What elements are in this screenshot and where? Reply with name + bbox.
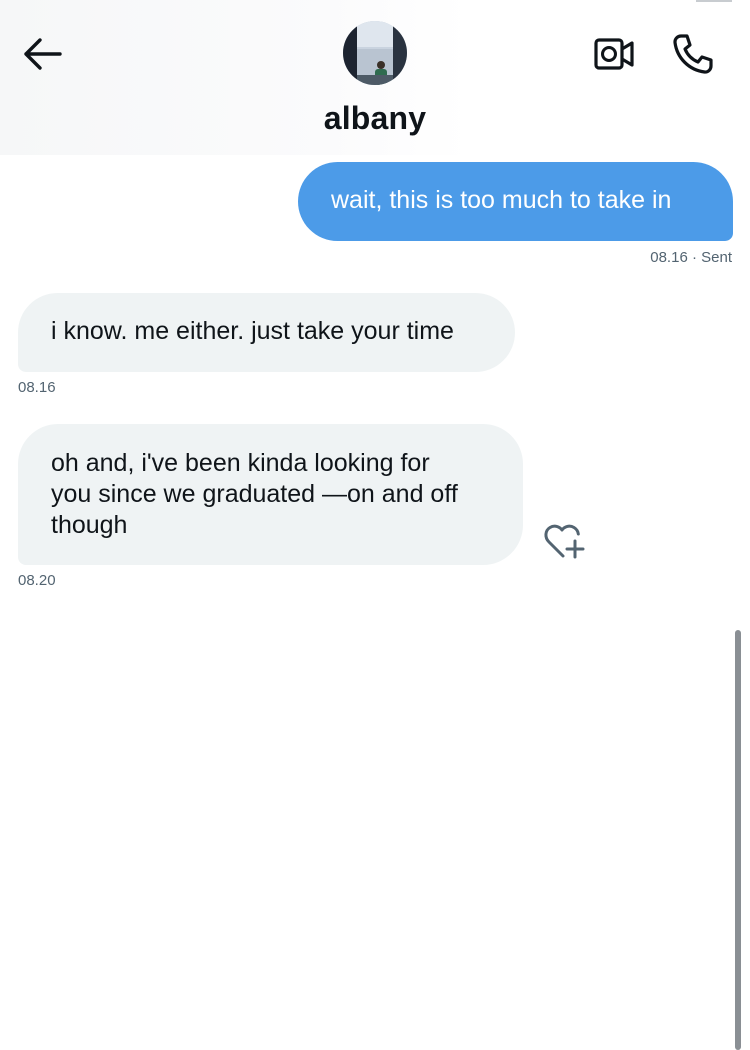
message-time: 08.20 [18,572,56,589]
video-camera-icon [594,38,634,70]
received-message-bubble[interactable]: oh and, i've been kinda looking for you … [18,424,523,565]
avatar[interactable] [343,21,407,85]
message-text-line: you since we graduated —on and off [51,480,458,508]
message-time: 08.16 [650,249,688,266]
scrollbar[interactable] [735,630,741,1050]
contact-name[interactable]: albany [250,100,500,137]
status-bar-edge [696,0,732,2]
heart-plus-icon [544,524,585,559]
received-message-bubble[interactable]: i know. me either. just take your time [18,293,515,372]
voice-call-button[interactable] [668,30,718,78]
message-text-line: though [51,511,128,539]
arrow-left-icon [24,38,62,70]
sent-message-bubble[interactable]: wait, this is too much to take in [298,162,733,241]
add-reaction-button[interactable] [540,520,588,562]
message-meta: 08.16 · Sent [650,249,732,266]
dm-conversation-screen: albany wait, this is too much to take in… [0,0,750,1050]
message-text: i know. me either. just take your time [51,317,454,345]
message-text-line: oh and, i've been kinda looking for [51,449,430,477]
back-button[interactable] [20,34,64,74]
phone-icon [673,34,713,74]
message-time: 08.16 [18,379,56,396]
message-status: · Sent [691,249,732,266]
avatar-photo [343,21,407,85]
message-text: wait, this is too much to take in [331,186,672,214]
conversation-header: albany [0,0,750,155]
video-call-button[interactable] [590,32,638,76]
